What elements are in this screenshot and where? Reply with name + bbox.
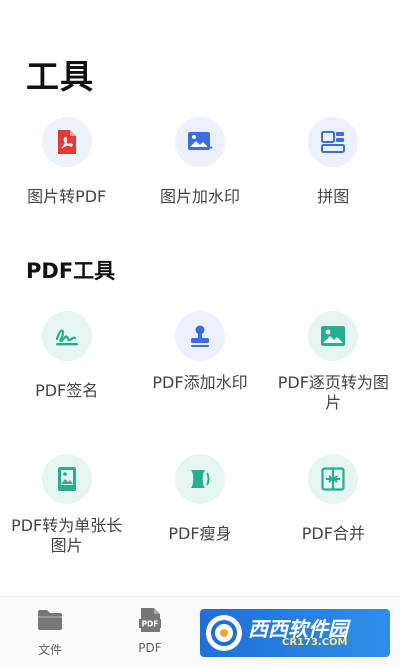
merge-icon (308, 454, 359, 504)
pdf-tools-grid-row1: PDF签名 PDF添加水印 PDF逐页转为图片 (0, 311, 400, 413)
signature-icon (41, 311, 92, 361)
watermark-text-block: 西西软件园 CR173.COM (242, 619, 348, 648)
compress-icon (174, 454, 225, 504)
image-watermark-icon (174, 117, 225, 167)
watermark-subtext: CR173.COM (282, 636, 348, 648)
long-image-icon (41, 454, 92, 504)
tool-label: PDF签名 (35, 381, 99, 400)
tool-pdf-to-long-image[interactable]: PDF转为单张长图片 (0, 454, 133, 556)
tool-pdf-merge[interactable]: PDF合并 (267, 454, 400, 556)
tool-image-watermark[interactable]: 图片加水印 (133, 117, 266, 207)
watermark-logo-icon (206, 615, 242, 651)
tab-label: 文件 (37, 643, 62, 657)
section-title-pdf-tools: PDF工具 (26, 259, 116, 283)
pdf-file-icon (41, 117, 92, 167)
pdf-tools-grid-row2: PDF转为单张长图片 PDF瘦身 PDF合并 (0, 454, 400, 556)
tools-grid: 图片转PDF 图片加水印 拼图 (0, 117, 400, 207)
tool-label: PDF合并 (301, 524, 365, 543)
stamp-icon (174, 311, 225, 361)
tab-files[interactable]: 文件 (0, 597, 100, 666)
tool-label: PDF添加水印 (152, 373, 248, 392)
tool-collage[interactable]: 拼图 (267, 117, 400, 207)
page-title: 工具 (26, 57, 94, 96)
tab-pdf[interactable]: PDF PDF (100, 597, 200, 666)
folder-icon (36, 607, 64, 633)
svg-text:PDF: PDF (142, 620, 159, 629)
tab-label: PDF (138, 641, 162, 655)
image-icon (308, 311, 359, 361)
tool-label: PDF转为单张长图片 (11, 516, 123, 555)
tool-label: 图片加水印 (159, 187, 240, 206)
tool-pdf-compress[interactable]: PDF瘦身 (133, 454, 266, 556)
site-watermark: 西西软件园 CR173.COM (200, 609, 390, 657)
pdf-doc-icon: PDF (136, 607, 164, 633)
tool-pdf-to-images[interactable]: PDF逐页转为图片 (267, 311, 400, 413)
tool-label: PDF逐页转为图片 (277, 373, 389, 412)
tool-label: PDF瘦身 (168, 524, 232, 543)
tool-label: 图片转PDF (27, 187, 107, 206)
tool-pdf-signature[interactable]: PDF签名 (0, 311, 133, 413)
tool-image-to-pdf[interactable]: 图片转PDF (0, 117, 133, 207)
tool-pdf-add-watermark[interactable]: PDF添加水印 (133, 311, 266, 413)
collage-icon (308, 117, 359, 167)
tool-label: 拼图 (317, 187, 350, 206)
watermark-text: 西西软件园 (248, 616, 348, 641)
